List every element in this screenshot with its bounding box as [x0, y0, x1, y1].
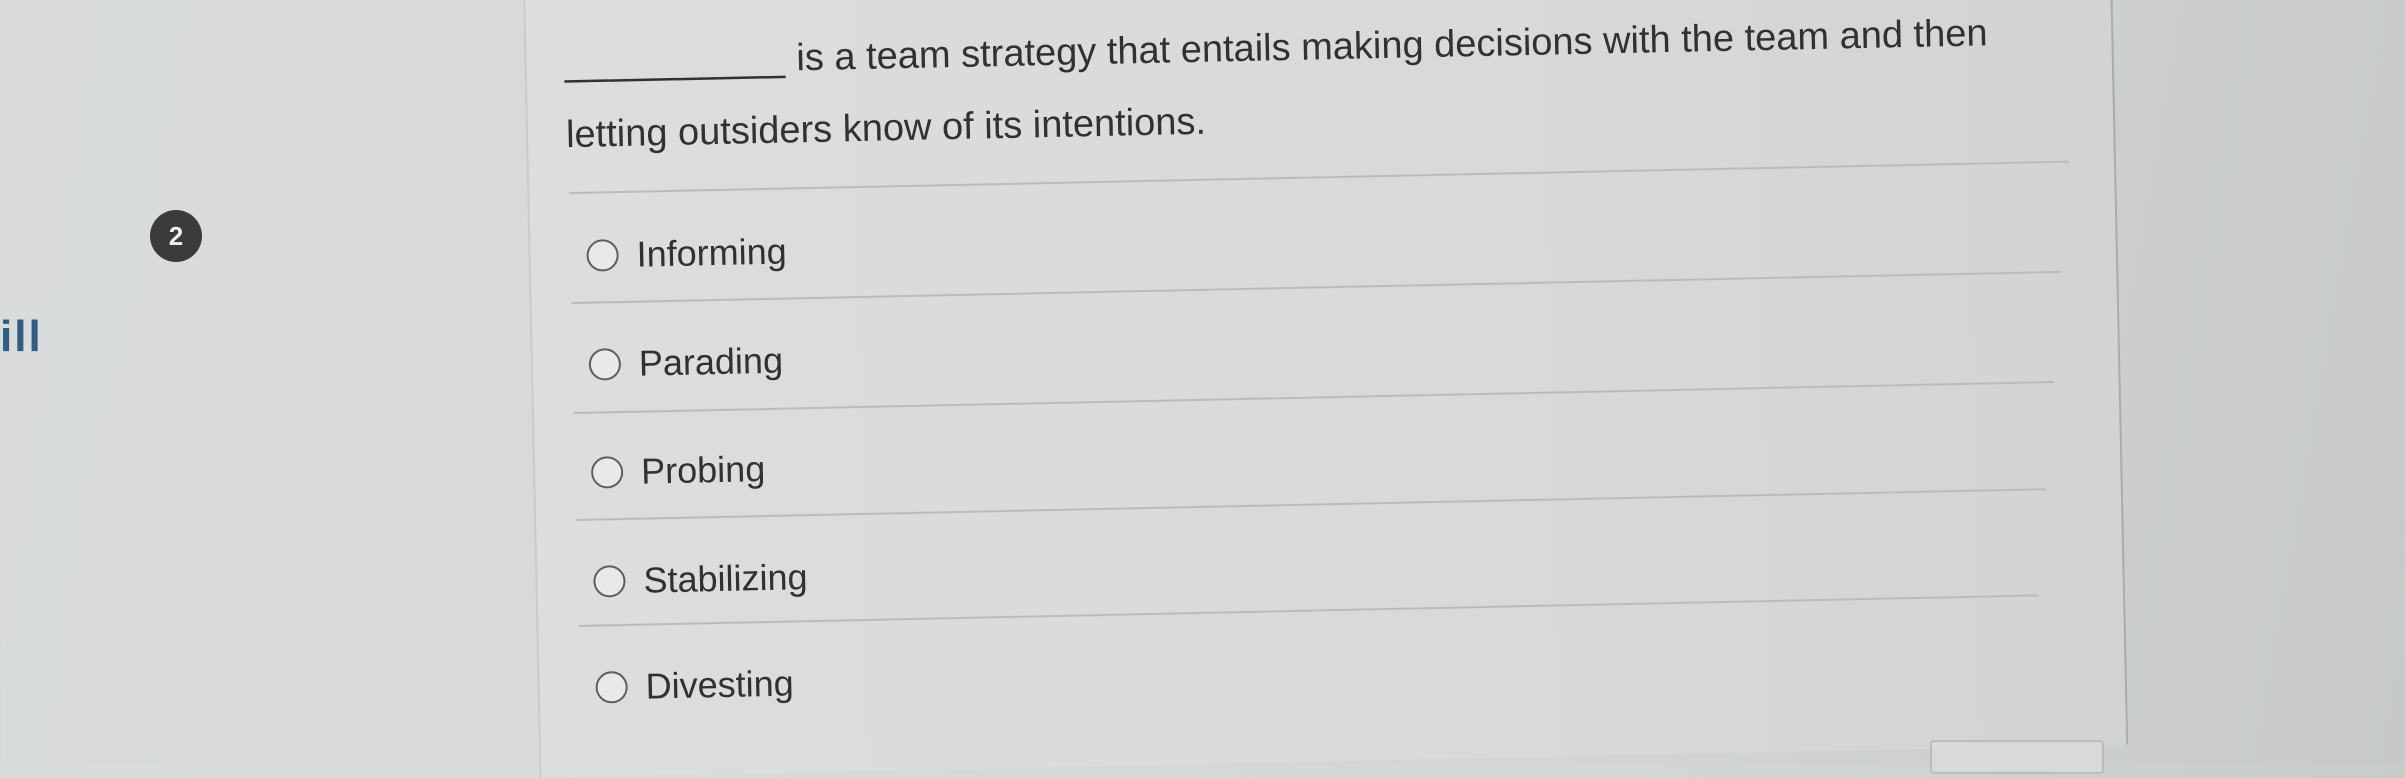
radio-button-icon[interactable]	[595, 670, 628, 704]
option-label: Parading	[638, 339, 784, 384]
option-label: Informing	[636, 230, 788, 275]
radio-button-icon[interactable]	[586, 239, 619, 272]
question-card: __________ is a team strategy that entai…	[523, 0, 2129, 778]
question-number-badge: 2	[150, 210, 202, 262]
option-divesting[interactable]: Divesting	[595, 662, 794, 708]
divider	[578, 594, 2039, 627]
edge-text-fragment: ill	[0, 312, 43, 361]
option-label: Stabilizing	[642, 556, 808, 601]
question-prompt: __________ is a team strategy that entai…	[564, 0, 2067, 171]
next-element-edge	[1930, 740, 2104, 774]
divider	[573, 381, 2054, 415]
divider	[571, 270, 2062, 305]
radio-button-icon[interactable]	[590, 456, 624, 489]
radio-button-icon[interactable]	[588, 348, 622, 381]
option-parading[interactable]: Parading	[588, 340, 783, 386]
option-stabilizing[interactable]: Stabilizing	[593, 556, 808, 602]
option-informing[interactable]: Informing	[586, 231, 787, 277]
radio-button-icon[interactable]	[593, 564, 626, 598]
option-label: Divesting	[645, 662, 795, 707]
divider	[576, 488, 2046, 522]
fill-in-blank: __________	[564, 37, 787, 85]
option-label: Probing	[640, 448, 766, 492]
option-probing[interactable]: Probing	[590, 448, 766, 494]
